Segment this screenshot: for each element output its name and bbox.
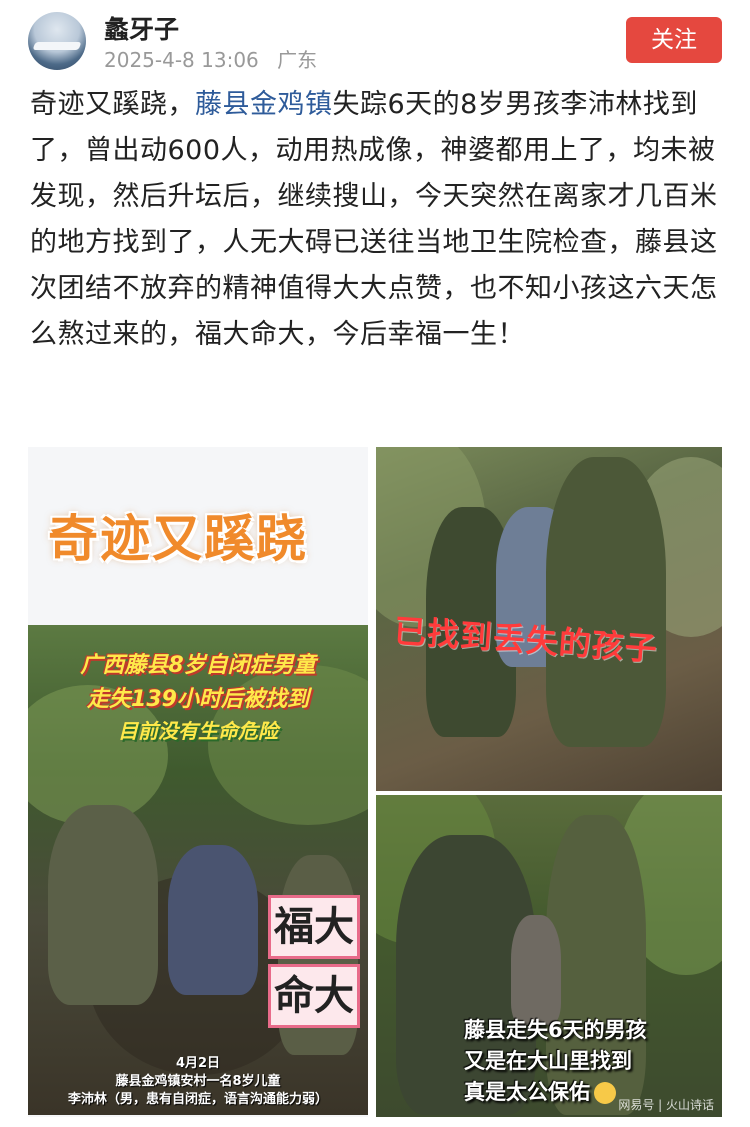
video-caption-line1: 广西藤县8岁自闭症男童	[80, 653, 316, 678]
image-collage[interactable]: 奇迹又蹊跷 广西藤县8岁自闭症男童 走失139小时后被找到 目前没有生命危险 福…	[28, 447, 722, 1117]
post-datetime: 2025-4-8 13:06	[104, 48, 259, 72]
video-caption-line2: 走失139小时后被找到	[87, 687, 309, 712]
location-tag-link[interactable]: 藤县金鸡镇	[195, 89, 333, 120]
post-text-intro: 奇迹又蹊跷，	[30, 89, 195, 120]
post-body: 奇迹又蹊跷，藤县金鸡镇失踪6天的8岁男孩李沛林找到了，曾出动600人，动用热成像…	[30, 82, 720, 358]
collage-headline: 奇迹又蹊跷	[48, 510, 308, 568]
luck-sticker: 福大 命大	[268, 895, 360, 1030]
news-video-thumbnail[interactable]: 广西藤县8岁自闭症男童 走失139小时后被找到 目前没有生命危险 福大 命大 4…	[28, 625, 368, 1115]
luck-line2: 命大	[268, 964, 360, 1028]
post-header: 蠡牙子 2025-4-8 13:06 广东 关注	[0, 0, 750, 80]
rescuer-figure	[546, 457, 666, 747]
video-footer-date: 4月2日	[175, 1056, 221, 1071]
bottom-caption-line1: 藤县走失6天的男孩	[464, 1018, 647, 1042]
child-figure	[511, 915, 561, 1025]
bottom-photo-caption: 藤县走失6天的男孩 又是在大山里找到 真是太公保佑	[464, 1015, 647, 1108]
post-meta: 2025-4-8 13:06 广东	[104, 44, 317, 73]
luck-line1: 福大	[268, 895, 360, 959]
post-location: 广东	[277, 48, 318, 72]
follow-button[interactable]: 关注	[626, 17, 722, 63]
video-footer-line2: 藤县金鸡镇安村一名8岁儿童	[115, 1074, 281, 1089]
rescue-photo-bottom[interactable]: 藤县走失6天的男孩 又是在大山里找到 真是太公保佑 网易号 | 火山诗话	[376, 795, 722, 1117]
username[interactable]: 蠡牙子	[104, 10, 179, 46]
watermark-text: 网易号 | 火山诗话	[618, 1098, 714, 1112]
rescue-photo-top[interactable]: 已找到丢失的孩子	[376, 447, 722, 791]
post-text-main: 失踪6天的8岁男孩李沛林找到了，曾出动600人，动用热成像，神婆都用上了，均未被…	[30, 89, 718, 350]
bottom-caption-line2: 又是在大山里找到	[464, 1049, 632, 1073]
video-caption-line3: 目前没有生命危险	[118, 719, 278, 743]
smile-emoji-icon	[594, 1082, 616, 1104]
bottom-caption-line3: 真是太公保佑	[464, 1080, 590, 1104]
child-figure	[168, 845, 258, 995]
avatar[interactable]	[28, 12, 86, 70]
video-footer-line3: 李沛林（男，患有自闭症，语言沟通能力弱）	[67, 1092, 328, 1107]
left-image-panel[interactable]: 奇迹又蹊跷 广西藤县8岁自闭症男童 走失139小时后被找到 目前没有生命危险 福…	[28, 447, 368, 1117]
video-footer-text: 4月2日 藤县金鸡镇安村一名8岁儿童 李沛林（男，患有自闭症，语言沟通能力弱）	[28, 1055, 368, 1109]
rescuer-figure	[48, 805, 158, 1005]
